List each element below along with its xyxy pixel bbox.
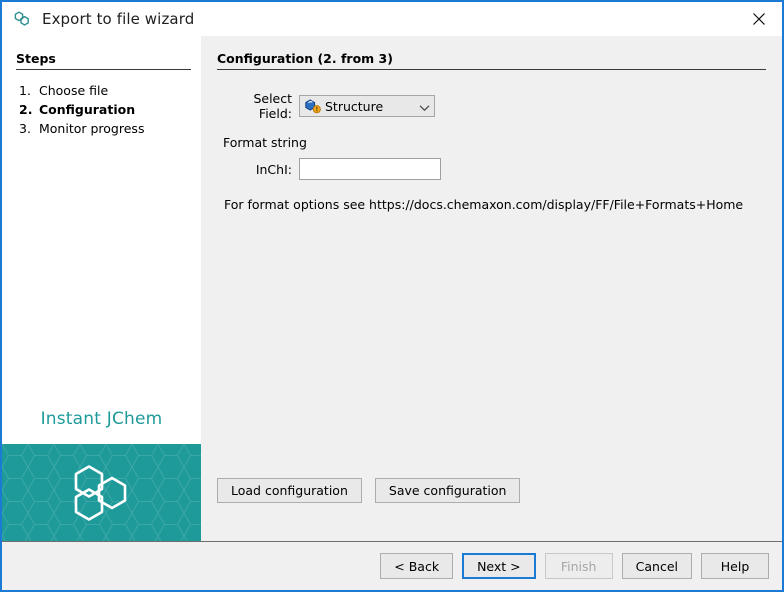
select-field-value: Structure	[325, 99, 416, 114]
format-options-hint: For format options see https://docs.chem…	[224, 197, 766, 212]
brand-banner	[2, 444, 201, 541]
format-string-label: Format string	[223, 135, 766, 150]
load-configuration-button[interactable]: Load configuration	[217, 478, 362, 503]
configuration-heading: Configuration (2. from 3)	[217, 51, 782, 69]
configuration-divider	[217, 69, 766, 70]
select-field-row: Select Field: Structure	[217, 91, 766, 121]
step-item-monitor-progress: 3. Monitor progress	[2, 119, 201, 138]
title-bar: Export to file wizard	[2, 2, 782, 36]
wizard-footer: < Back Next > Finish Cancel Help	[2, 542, 782, 590]
step-item-choose-file: 1. Choose file	[2, 81, 201, 100]
wizard-body: Steps 1. Choose file 2. Configuration 3.…	[2, 36, 782, 541]
configuration-panel: Configuration (2. from 3) Select Field: …	[201, 36, 782, 541]
steps-panel: Steps 1. Choose file 2. Configuration 3.…	[2, 36, 201, 541]
window-title: Export to file wizard	[42, 10, 194, 28]
steps-spacer	[2, 138, 201, 409]
step-label: Configuration	[39, 100, 135, 119]
configuration-buttons: Load configuration Save configuration	[201, 478, 782, 541]
inchi-label: InChI:	[217, 162, 299, 177]
jchem-hexagons-icon	[12, 9, 32, 29]
finish-button: Finish	[545, 553, 613, 579]
cancel-button[interactable]: Cancel	[622, 553, 692, 579]
step-number: 1.	[19, 81, 39, 100]
step-number: 2.	[19, 100, 39, 119]
step-label: Monitor progress	[39, 119, 144, 138]
steps-divider	[16, 69, 191, 70]
structure-field-icon	[304, 99, 321, 114]
select-field-label: Select Field:	[217, 91, 299, 121]
configuration-spacer	[201, 212, 782, 478]
inchi-input[interactable]	[299, 158, 441, 180]
chevron-down-icon	[416, 97, 432, 116]
jchem-three-hexagons-logo	[71, 464, 133, 522]
select-field-dropdown[interactable]: Structure	[299, 95, 435, 117]
step-number: 3.	[19, 119, 39, 138]
next-button[interactable]: Next >	[462, 553, 536, 579]
brand-name: Instant JChem	[2, 409, 201, 444]
step-label: Choose file	[39, 81, 108, 100]
help-button[interactable]: Help	[701, 553, 769, 579]
export-to-file-wizard-window: Export to file wizard Steps 1. Choose fi…	[0, 0, 784, 592]
step-item-configuration: 2. Configuration	[2, 100, 201, 119]
configuration-form: Select Field: Structure	[201, 91, 782, 212]
inchi-row: InChI:	[217, 158, 766, 180]
save-configuration-button[interactable]: Save configuration	[375, 478, 521, 503]
close-icon	[752, 12, 766, 26]
close-button[interactable]	[736, 2, 782, 35]
steps-heading: Steps	[16, 51, 201, 69]
back-button[interactable]: < Back	[380, 553, 453, 579]
steps-list: 1. Choose file 2. Configuration 3. Monit…	[2, 81, 201, 138]
